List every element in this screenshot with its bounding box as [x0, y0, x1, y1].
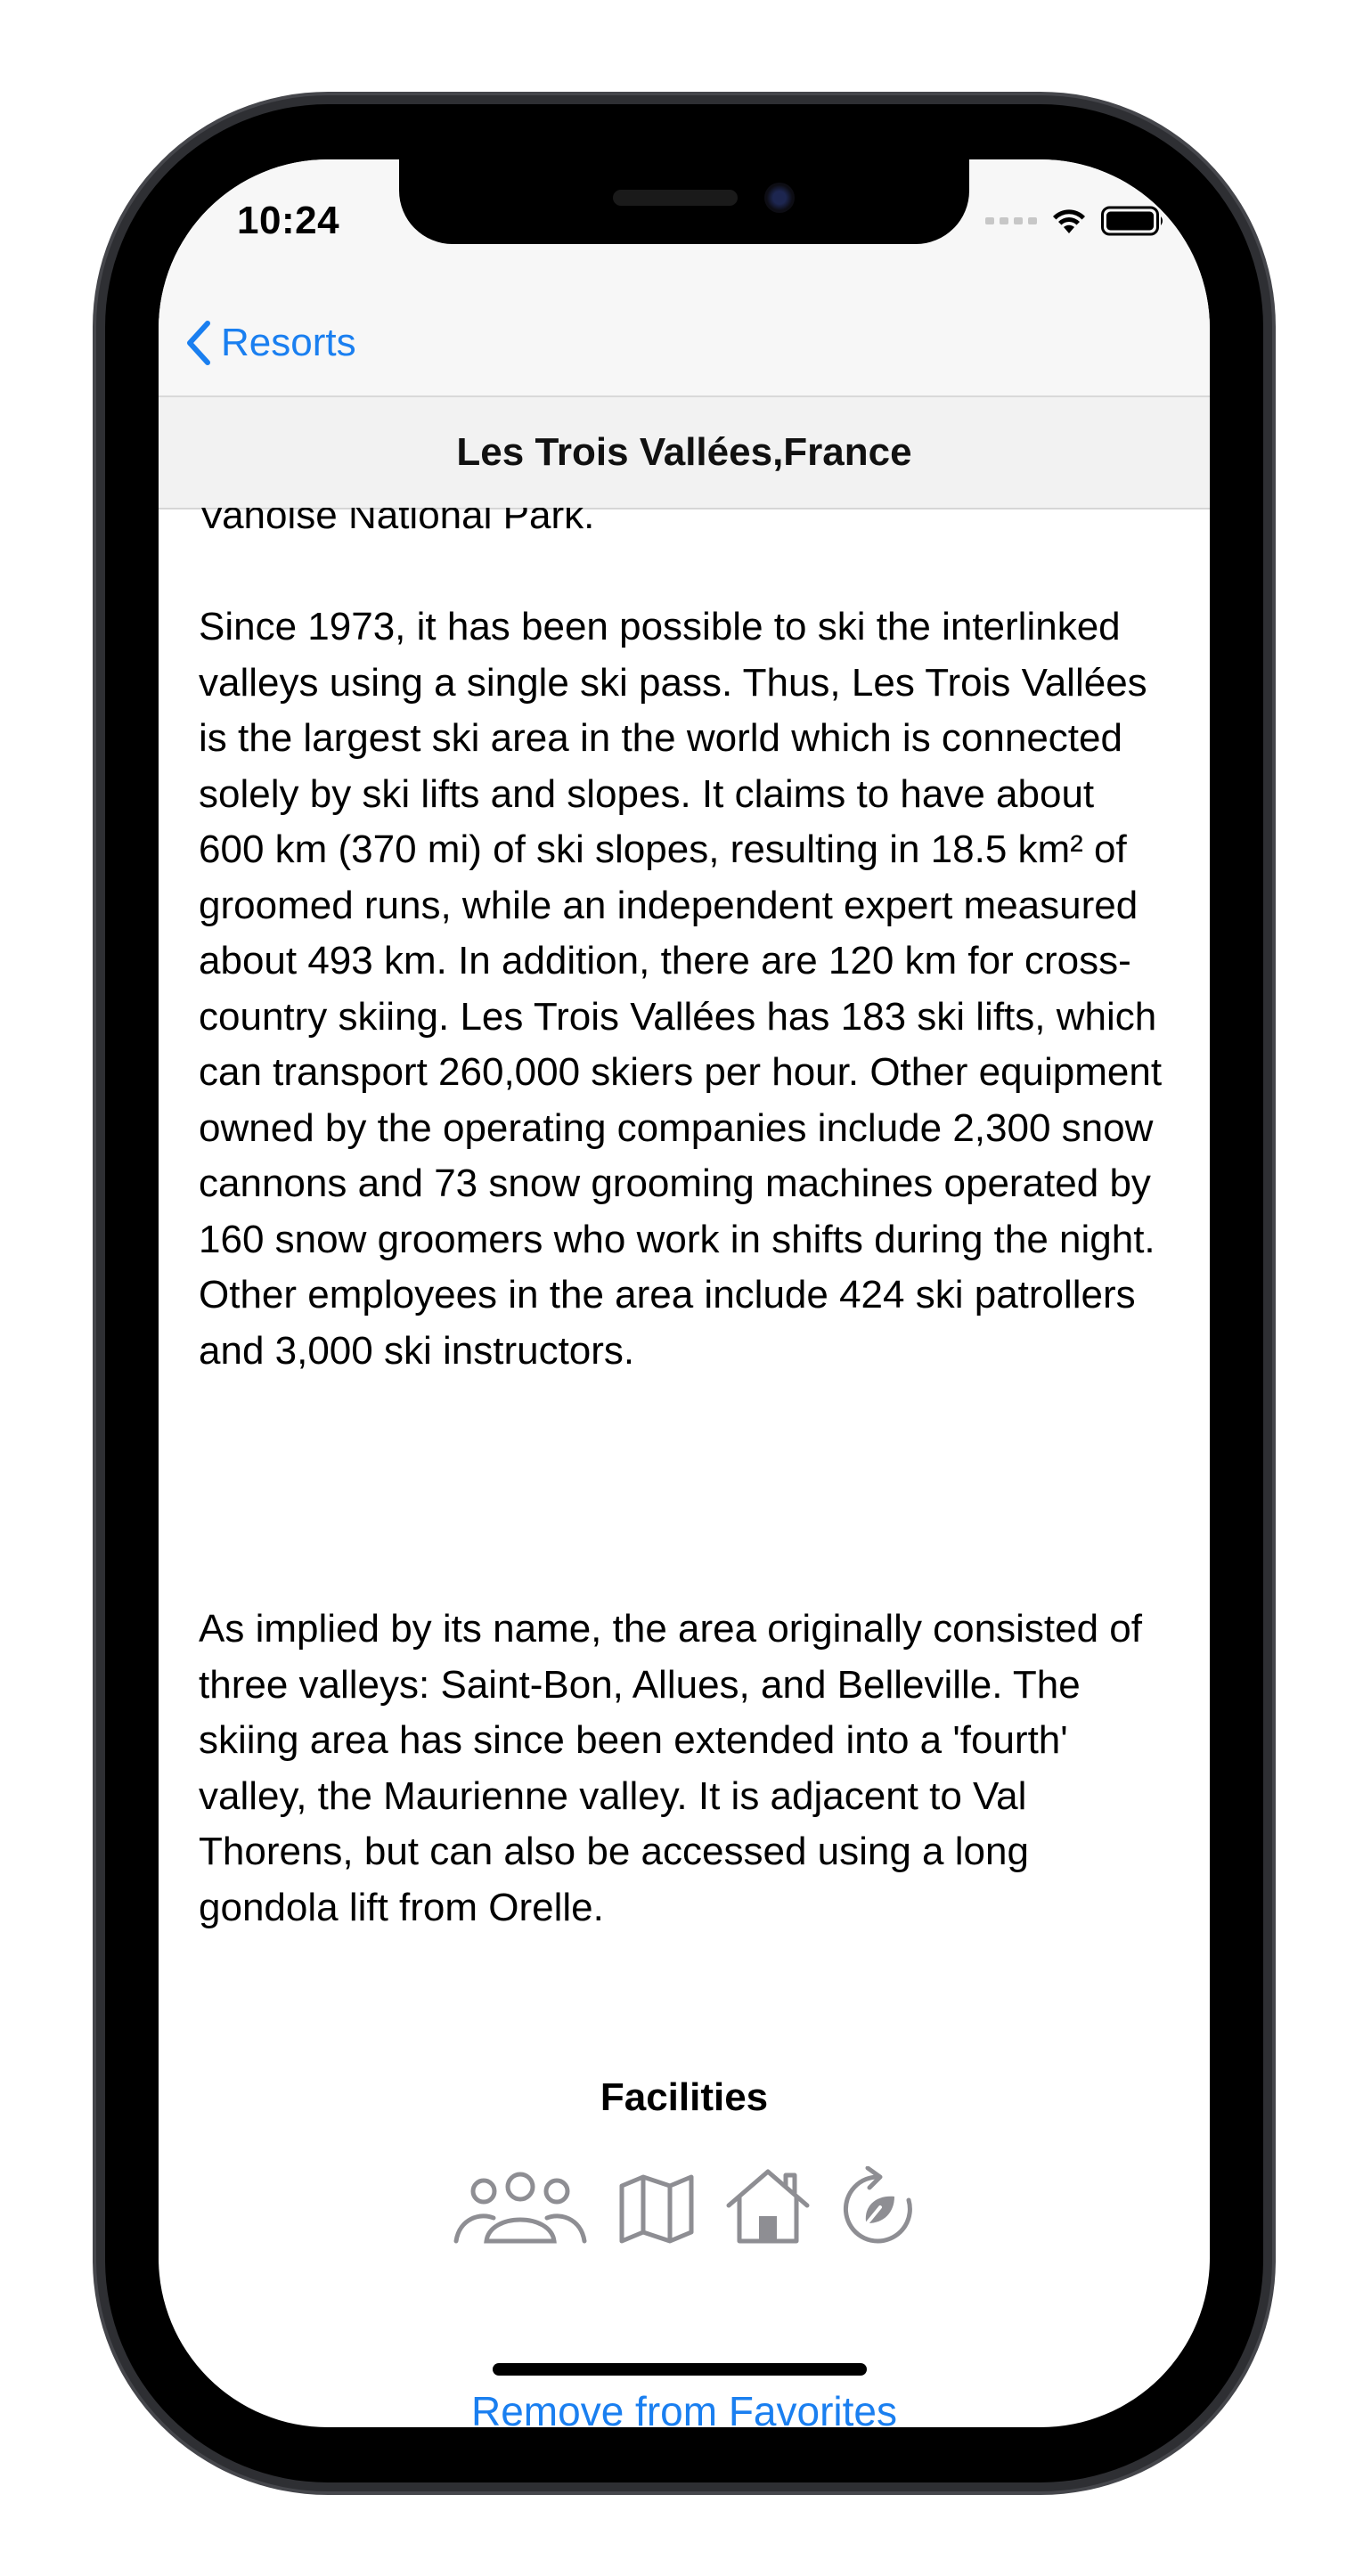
house-icon	[726, 2169, 810, 2244]
home-indicator[interactable]	[493, 2363, 867, 2376]
resort-description: Vanoise National Park. Since 1973, it ha…	[159, 508, 1210, 2427]
description-paragraph-3: As implied by its name, the area origina…	[199, 1607, 1142, 1929]
cellular-signal-icon	[985, 217, 1037, 224]
map-icon	[619, 2174, 694, 2244]
back-button[interactable]: Resorts	[185, 320, 356, 366]
status-icons	[985, 206, 1165, 236]
chevron-left-icon	[187, 321, 210, 365]
eco-cycle-icon	[843, 2166, 912, 2244]
navigation-bar: Resorts	[159, 293, 1210, 397]
remove-from-favorites-button[interactable]: Remove from Favorites	[159, 2387, 1210, 2427]
status-time: 10:24	[237, 199, 340, 242]
side-button	[1263, 717, 1274, 1002]
title-bar: Les Trois Vallées,France	[159, 397, 1210, 509]
wifi-icon	[1053, 209, 1085, 233]
screen: 10:24 Resorts Les Trois Vallées,France V…	[159, 159, 1210, 2427]
description-paragraph-2: Since 1973, it has been possible to ski …	[199, 605, 1163, 1373]
notch	[399, 159, 969, 244]
page-title: Les Trois Vallées,France	[456, 430, 912, 474]
description-paragraph-1: Vanoise National Park.	[199, 508, 595, 537]
facilities-heading: Facilities	[600, 2075, 769, 2119]
people-icon	[453, 2172, 587, 2244]
phone-frame: 10:24 Resorts Les Trois Vallées,France V…	[105, 104, 1263, 2482]
back-button-label: Resorts	[221, 321, 356, 364]
battery-icon	[1101, 206, 1163, 236]
facilities-icons	[159, 2166, 1210, 2245]
